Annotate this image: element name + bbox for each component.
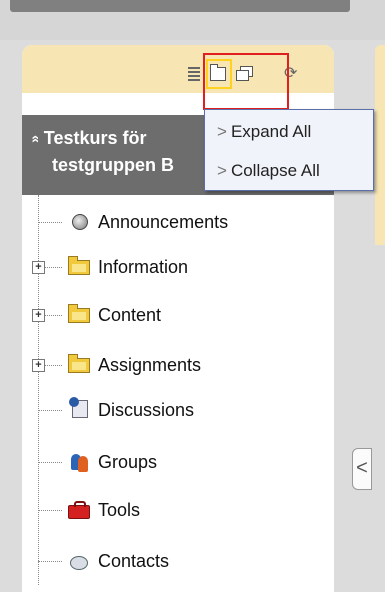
tree-item-announcements[interactable]: Announcements — [22, 207, 334, 237]
collapse-all-menu-item[interactable]: > Collapse All — [217, 160, 320, 182]
left-gutter — [0, 40, 22, 592]
tree-item-label: Tools — [98, 500, 141, 520]
discussion-icon — [68, 397, 90, 420]
chevron-right-icon: > — [217, 122, 227, 141]
groups-icon — [68, 452, 90, 472]
course-title-line1: Testkurs för — [43, 128, 147, 148]
speaker-icon — [68, 212, 90, 232]
view-options-dropdown: > Expand All > Collapse All — [204, 109, 374, 191]
expand-icon[interactable]: + — [32, 309, 45, 322]
tree-item-label: Information — [98, 257, 189, 277]
tree-item-label: Announcements — [98, 212, 229, 232]
top-frame — [0, 0, 385, 40]
expand-all-menu-item[interactable]: > Expand All — [217, 121, 311, 143]
tree-item-discussions[interactable]: Discussions — [22, 395, 334, 425]
tree-item-information[interactable]: + Information — [22, 252, 334, 282]
contacts-icon — [68, 551, 90, 571]
expand-icon[interactable]: + — [32, 359, 45, 372]
course-menu-tree: Announcements + Information + Content + … — [22, 195, 334, 592]
folder-icon — [68, 256, 90, 277]
callout-highlight — [203, 53, 289, 110]
top-bar — [10, 0, 350, 12]
collapse-menu-handle[interactable]: < — [352, 448, 372, 490]
tree-item-contacts[interactable]: Contacts — [22, 546, 334, 576]
tree-item-label: Content — [98, 305, 162, 325]
chevron-right-icon: > — [217, 161, 227, 180]
tree-item-label: Discussions — [98, 400, 195, 420]
collapse-course-icon[interactable]: » — [22, 135, 47, 143]
tree-item-label: Assignments — [98, 355, 202, 375]
right-panel-edge — [375, 45, 385, 245]
collapse-all-label: Collapse All — [230, 161, 320, 180]
menu-toolbar: ⟳ — [22, 45, 334, 110]
list-view-icon[interactable] — [188, 65, 204, 81]
folder-icon — [68, 304, 90, 325]
folder-icon — [68, 354, 90, 375]
tree-item-assignments[interactable]: + Assignments — [22, 350, 334, 380]
expand-icon[interactable]: + — [32, 261, 45, 274]
toolbox-icon — [68, 500, 90, 520]
expand-all-label: Expand All — [230, 122, 312, 141]
course-title[interactable]: » Testkurs för testgruppen B — [26, 125, 175, 178]
tree-item-content[interactable]: + Content — [22, 300, 334, 330]
tree-item-label: Groups — [98, 452, 158, 472]
tree-item-groups[interactable]: Groups — [22, 447, 334, 477]
tree-item-tools[interactable]: Tools — [22, 495, 334, 525]
tree-item-label: Contacts — [98, 551, 170, 571]
course-title-line2: testgruppen B — [52, 155, 175, 175]
